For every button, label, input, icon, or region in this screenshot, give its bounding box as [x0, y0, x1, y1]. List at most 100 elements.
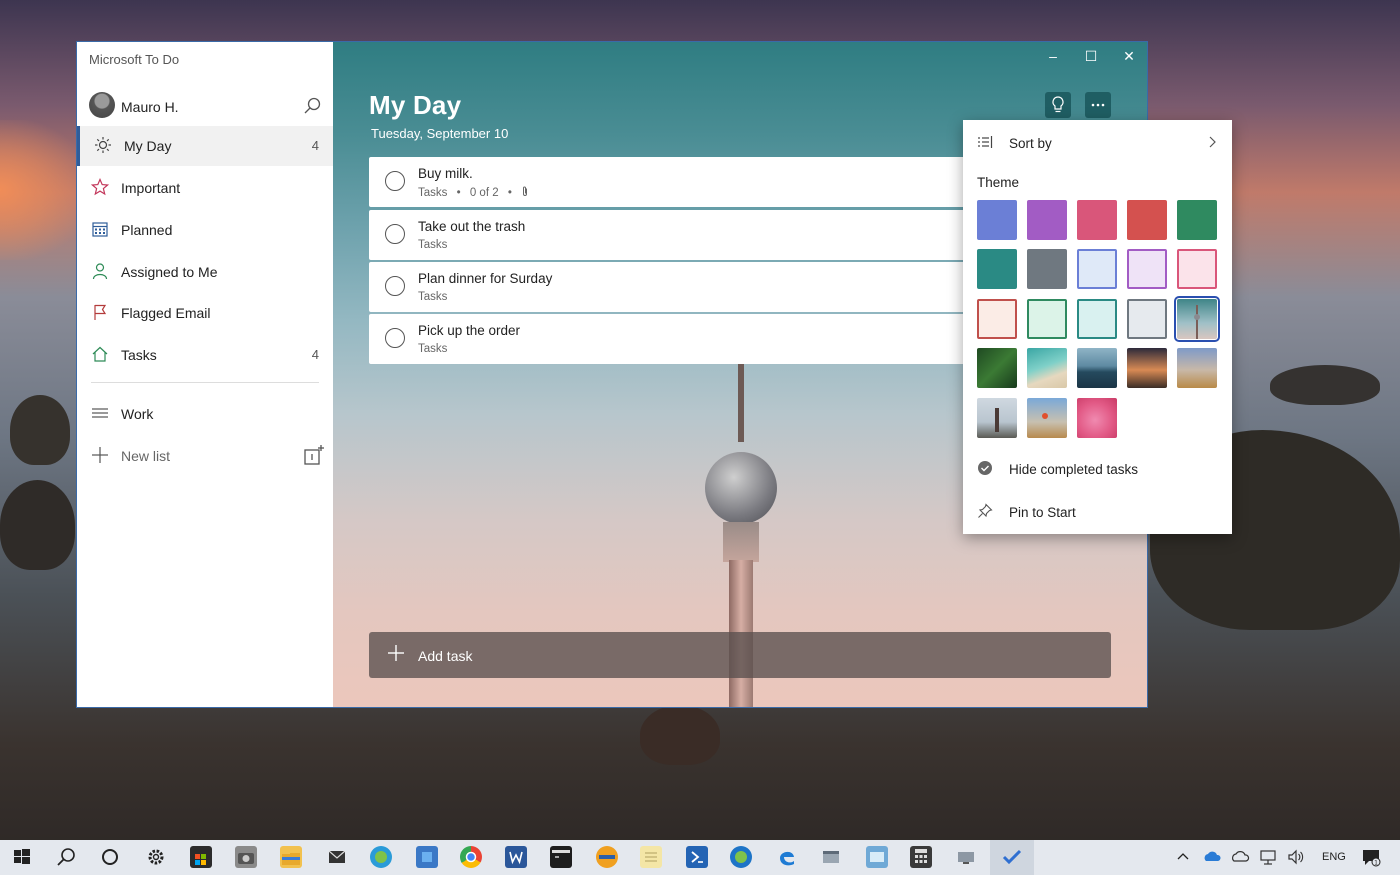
theme-swatch-tower-photo[interactable]	[1174, 296, 1220, 342]
theme-swatch-light-blue[interactable]	[1077, 249, 1117, 289]
theme-heading: Theme	[977, 175, 1020, 190]
app-window-icon[interactable]	[820, 846, 842, 868]
task-complete-checkbox[interactable]	[385, 171, 405, 191]
add-task-input[interactable]: Add task	[369, 632, 1111, 678]
search-icon[interactable]	[55, 846, 77, 868]
volume-icon[interactable]	[1285, 846, 1307, 868]
theme-swatch-blue[interactable]	[977, 200, 1017, 240]
task-complete-checkbox[interactable]	[385, 328, 405, 348]
sidebar-item-my-day[interactable]: My Day 4	[77, 126, 333, 166]
sidebar-item-work[interactable]: Work	[77, 394, 333, 434]
new-list-button[interactable]: New list	[77, 436, 333, 476]
more-options-button[interactable]	[1085, 92, 1111, 118]
ellipsis-icon	[1091, 103, 1105, 107]
sidebar-item-tasks[interactable]: Tasks 4	[77, 335, 333, 375]
task-row[interactable]: Plan dinner for Surday Tasks	[369, 262, 969, 312]
onedrive-cloud-icon[interactable]	[1201, 846, 1223, 868]
page-date: Tuesday, September 10	[371, 126, 509, 141]
new-group-icon[interactable]	[303, 444, 325, 466]
sync-cloud-icon[interactable]	[1229, 846, 1251, 868]
store-icon[interactable]	[190, 846, 212, 868]
theme-swatch-beach-photo[interactable]	[1027, 348, 1067, 388]
theme-swatch-flower-photo[interactable]	[1077, 398, 1117, 438]
theme-swatch-teal[interactable]	[977, 249, 1017, 289]
sidebar-item-label: Tasks	[121, 347, 157, 363]
theme-swatch-mountain-photo[interactable]	[1077, 348, 1117, 388]
pin-to-start-menu-item[interactable]: Pin to Start	[963, 494, 1232, 530]
theme-swatch-leaves-photo[interactable]	[977, 348, 1017, 388]
theme-swatch-light-green[interactable]	[1027, 299, 1067, 339]
app-title: Microsoft To Do	[89, 52, 180, 67]
sidebar-item-important[interactable]: Important	[77, 168, 333, 208]
sort-by-menu-item[interactable]: Sort by	[963, 125, 1232, 161]
theme-swatch-gray[interactable]	[1027, 249, 1067, 289]
theme-swatch-pink[interactable]	[1077, 200, 1117, 240]
theme-swatch-field-photo[interactable]	[1027, 398, 1067, 438]
sidebar-item-assigned-to-me[interactable]: Assigned to Me	[77, 252, 333, 292]
search-icon[interactable]	[303, 96, 323, 116]
theme-swatch-light-pink[interactable]	[1177, 249, 1217, 289]
settings-gear-icon[interactable]	[145, 846, 167, 868]
windows-start-icon[interactable]	[11, 846, 33, 868]
camera-icon[interactable]	[235, 846, 257, 868]
theme-swatch-purple[interactable]	[1027, 200, 1067, 240]
task-complete-checkbox[interactable]	[385, 224, 405, 244]
terminal-icon[interactable]	[550, 846, 572, 868]
internet-globe-icon[interactable]	[730, 846, 752, 868]
theme-swatch-desert-photo[interactable]	[1177, 348, 1217, 388]
cortana-icon[interactable]	[99, 846, 121, 868]
file-explorer-icon[interactable]	[280, 846, 302, 868]
network-globe-icon[interactable]	[370, 846, 392, 868]
app-badge-icon[interactable]	[596, 846, 618, 868]
sort-by-label: Sort by	[1009, 136, 1052, 151]
close-button[interactable]: ✕	[1119, 46, 1139, 66]
sidebar-item-count: 4	[311, 138, 319, 153]
edge-icon[interactable]	[776, 846, 798, 868]
theme-swatch-red[interactable]	[1127, 200, 1167, 240]
minimize-button[interactable]: –	[1043, 46, 1063, 66]
notepad-icon[interactable]	[640, 846, 662, 868]
word-icon[interactable]	[505, 846, 527, 868]
remote-desktop-icon[interactable]	[955, 846, 977, 868]
theme-swatch-light-purple[interactable]	[1127, 249, 1167, 289]
todo-app-icon[interactable]	[1001, 846, 1023, 868]
chrome-icon[interactable]	[460, 846, 482, 868]
checkmark-circle-icon	[977, 460, 993, 476]
task-row[interactable]: Buy milk. Tasks • 0 of 2 •	[369, 157, 969, 207]
maximize-button[interactable]: ☐	[1081, 46, 1101, 66]
attachment-icon	[521, 186, 529, 199]
task-row[interactable]: Pick up the order Tasks	[369, 314, 969, 364]
theme-swatch-green[interactable]	[1177, 200, 1217, 240]
chevron-up-icon[interactable]	[1172, 846, 1194, 868]
action-center-icon[interactable]: 1	[1360, 846, 1382, 868]
sidebar-item-flagged-email[interactable]: Flagged Email	[77, 293, 333, 333]
task-row[interactable]: Take out the trash Tasks	[369, 210, 969, 260]
network-icon[interactable]	[1257, 846, 1279, 868]
theme-swatch-palm-photo[interactable]	[1127, 348, 1167, 388]
task-title: Pick up the order	[418, 323, 521, 338]
language-indicator[interactable]: ENG	[1322, 851, 1346, 863]
task-complete-checkbox[interactable]	[385, 276, 405, 296]
calculator-icon[interactable]	[910, 846, 932, 868]
sidebar-item-label: Work	[121, 406, 154, 422]
mail-icon[interactable]	[326, 846, 348, 868]
control-panel-icon[interactable]	[866, 846, 888, 868]
calendar-icon	[91, 220, 109, 238]
profile[interactable]: Mauro H.	[77, 90, 333, 124]
notification-count: 1	[1374, 859, 1378, 866]
suggestions-button[interactable]	[1045, 92, 1071, 118]
hide-completed-menu-item[interactable]: Hide completed tasks	[963, 451, 1232, 487]
sidebar-item-planned[interactable]: Planned	[77, 210, 333, 250]
chevron-right-icon	[1208, 134, 1218, 153]
sidebar-item-count: 4	[311, 347, 319, 362]
lightbulb-icon	[1052, 96, 1064, 113]
theme-swatch-light-red[interactable]	[977, 299, 1017, 339]
theme-swatch-light-gray[interactable]	[1127, 299, 1167, 339]
theme-swatch-light-teal[interactable]	[1077, 299, 1117, 339]
profile-name: Mauro H.	[121, 99, 179, 115]
task-list-name: Tasks	[418, 343, 448, 355]
powershell-icon[interactable]	[686, 846, 708, 868]
flag-icon	[91, 303, 109, 321]
puzzle-app-icon[interactable]	[416, 846, 438, 868]
theme-swatch-lighthouse-photo[interactable]	[977, 398, 1017, 438]
